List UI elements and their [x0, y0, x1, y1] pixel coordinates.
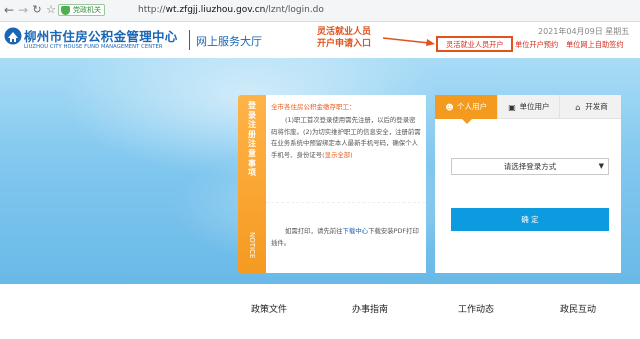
arrow-right-icon[interactable]: →	[16, 3, 30, 17]
show-all-link[interactable]: (显示全部)	[322, 151, 353, 159]
nav-policy-documents[interactable]: 政策文件	[251, 302, 287, 315]
hero-banner: 登录注册注意事项 NOTICE 全市各住房公积金缴存职工： (1)职工首次登录使…	[0, 58, 640, 284]
download-notice: 如需打印，请先前往下载中心下载安装PDF打印插件。	[271, 227, 419, 247]
house-icon: ⌂	[575, 103, 581, 112]
login-method-select[interactable]: 请选择登录方式 ▼	[451, 158, 609, 175]
annotation-callout: 灵活就业人员 开户申请入口	[317, 27, 372, 49]
notice-panel: 全市各住房公积金缴存职工： (1)职工首次登录使用需先注册，以后的登录密码将作废…	[266, 95, 426, 273]
notice-tab-title: 登录注册注意事项	[248, 101, 256, 178]
header-divider	[189, 30, 190, 50]
notice-divider	[266, 202, 426, 203]
download-center-link[interactable]: 下载中心	[343, 227, 369, 235]
security-badge: 党政机关	[58, 4, 105, 16]
flexible-employment-open-link[interactable]: 灵活就业人员开户	[446, 40, 504, 50]
building-icon: ▣	[508, 103, 516, 112]
address-bar[interactable]: 党政机关 http://wt.zfgjj.liuzhou.gov.cn/lznt…	[58, 3, 634, 18]
chevron-down-icon: ▼	[598, 162, 604, 170]
site-header: 柳州市住房公积金管理中心 LIUZHOU CITY HOUSE FUND MAN…	[0, 22, 640, 58]
star-icon[interactable]: ☆	[44, 3, 58, 17]
unit-open-reservation-link[interactable]: 单位开户预约	[515, 40, 558, 50]
refresh-icon[interactable]: ↻	[30, 3, 44, 17]
nav-interaction[interactable]: 政民互动	[560, 302, 596, 315]
user-icon: ☻	[445, 103, 454, 112]
bottom-nav: 政策文件 办事指南 工作动态 政民互动	[0, 284, 640, 339]
arrow-left-icon[interactable]: ←	[2, 3, 16, 17]
arrow-right-icon	[383, 37, 435, 46]
url-text[interactable]: http://wt.zfgjj.liuzhou.gov.cn/lznt/logi…	[138, 3, 324, 18]
logo-subtitle: LIUZHOU CITY HOUSE FUND MANAGEMENT CENTE…	[24, 44, 163, 50]
shield-icon	[61, 6, 70, 15]
confirm-button[interactable]: 确 定	[451, 208, 609, 231]
notice-text: (1)职工首次登录使用需先注册，以后的登录密码将作废。(2)为切实维护职工的信息…	[271, 116, 421, 159]
notice-greeting: 全市各住房公积金缴存职工：	[271, 103, 356, 111]
top-links: 灵活就业人员开户 单位开户预约 单位网上自助签约	[436, 36, 640, 52]
notice-tab-title-en: NOTICE	[248, 231, 256, 259]
login-panel: ☻ 个人用户 ▣ 单位用户 ⌂ 开发商 请选择登录方式 ▼ 确 定	[435, 95, 621, 273]
browser-toolbar: ← → ↻ ☆ 党政机关 http://wt.zfgjj.liuzhou.gov…	[0, 0, 640, 22]
nav-work-news[interactable]: 工作动态	[458, 302, 494, 315]
logo-icon	[4, 27, 22, 45]
logo-title: 柳州市住房公积金管理中心	[24, 29, 178, 44]
tab-personal-user[interactable]: ☻ 个人用户	[435, 95, 497, 124]
service-hall-title: 网上服务大厅	[196, 35, 262, 48]
login-tabs: ☻ 个人用户 ▣ 单位用户 ⌂ 开发商	[435, 95, 621, 124]
tab-developer[interactable]: ⌂ 开发商	[559, 95, 621, 119]
tab-unit-user[interactable]: ▣ 单位用户	[497, 95, 559, 119]
nav-service-guide[interactable]: 办事指南	[352, 302, 388, 315]
notice-tab: 登录注册注意事项 NOTICE	[238, 95, 266, 273]
unit-online-signing-link[interactable]: 单位网上自助签约	[566, 40, 624, 50]
